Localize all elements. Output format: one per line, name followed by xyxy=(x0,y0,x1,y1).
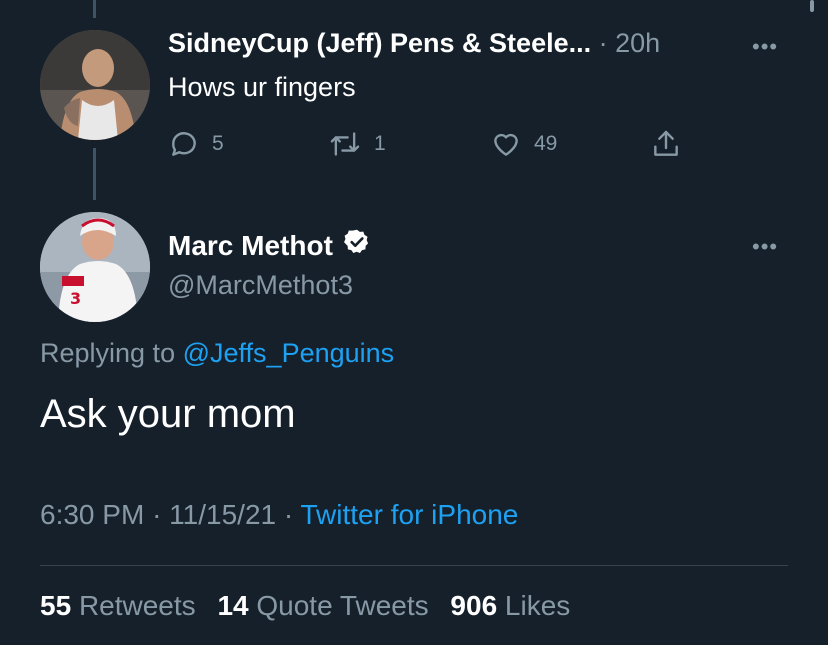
share-icon xyxy=(650,128,682,160)
parent-header: SidneyCup (Jeff) Pens & Steele... · 20h xyxy=(168,28,660,59)
stats-divider xyxy=(40,565,788,566)
thread-connector xyxy=(93,148,96,200)
quote-tweets-label: Quote Tweets xyxy=(256,590,429,621)
retweets-label: Retweets xyxy=(78,590,196,621)
retweets-stat[interactable]: 55 Retweets xyxy=(40,590,217,621)
parent-more-icon[interactable]: ••• xyxy=(752,34,778,60)
reply-count: 5 xyxy=(212,132,224,155)
like-icon xyxy=(490,128,522,160)
header-separator: · xyxy=(598,28,608,58)
parent-avatar[interactable] xyxy=(40,30,150,140)
likes-stat[interactable]: 906 Likes xyxy=(450,590,584,621)
time-separator: · xyxy=(152,499,162,530)
retweet-button[interactable]: 1 xyxy=(328,126,386,162)
likes-label: Likes xyxy=(504,590,571,621)
reply-display-name[interactable]: Marc Methot xyxy=(168,230,333,262)
reply-handle[interactable]: @MarcMethot3 xyxy=(168,270,353,301)
reply-avatar[interactable]: 3 xyxy=(40,212,150,322)
parent-display-name[interactable]: SidneyCup (Jeff) Pens & Steele... xyxy=(168,28,591,58)
parent-tweet-text: Hows ur fingers xyxy=(168,72,356,102)
reply-tweet-text: Ask your mom xyxy=(40,392,296,436)
svg-text:3: 3 xyxy=(70,289,81,308)
reply-display-name-row: Marc Methot xyxy=(168,228,371,263)
likes-count: 906 xyxy=(450,590,498,621)
tweet-timestamp-row: 6:30 PM · 11/15/21 · Twitter for iPhone xyxy=(40,499,518,531)
tweet-time[interactable]: 6:30 PM xyxy=(40,499,144,530)
scrollbar-thumb[interactable] xyxy=(810,0,814,12)
retweets-count: 55 xyxy=(40,590,72,621)
source-separator: · xyxy=(283,499,294,530)
tweet-date[interactable]: 11/15/21 xyxy=(169,499,276,530)
quote-tweets-stat[interactable]: 14 Quote Tweets xyxy=(217,590,450,621)
reply-button[interactable]: 5 xyxy=(168,126,224,162)
like-count: 49 xyxy=(534,132,558,155)
replying-to-link[interactable]: @Jeffs_Penguins xyxy=(183,338,395,368)
retweet-count: 1 xyxy=(374,132,386,155)
thread-connector-top xyxy=(93,0,96,18)
retweet-icon xyxy=(328,128,362,160)
engagement-stats: 55 Retweets 14 Quote Tweets 906 Likes xyxy=(40,590,584,622)
reply-icon xyxy=(168,128,200,160)
reply-more-icon[interactable]: ••• xyxy=(752,234,778,260)
replying-to-line: Replying to @Jeffs_Penguins xyxy=(40,338,394,369)
replying-prefix: Replying to xyxy=(40,338,176,368)
verified-badge-icon xyxy=(343,228,371,263)
like-button[interactable]: 49 xyxy=(490,126,557,162)
quote-tweets-count: 14 xyxy=(217,590,249,621)
tweet-source-link[interactable]: Twitter for iPhone xyxy=(300,499,518,530)
share-button[interactable] xyxy=(650,126,682,162)
parent-timestamp[interactable]: 20h xyxy=(615,28,660,58)
